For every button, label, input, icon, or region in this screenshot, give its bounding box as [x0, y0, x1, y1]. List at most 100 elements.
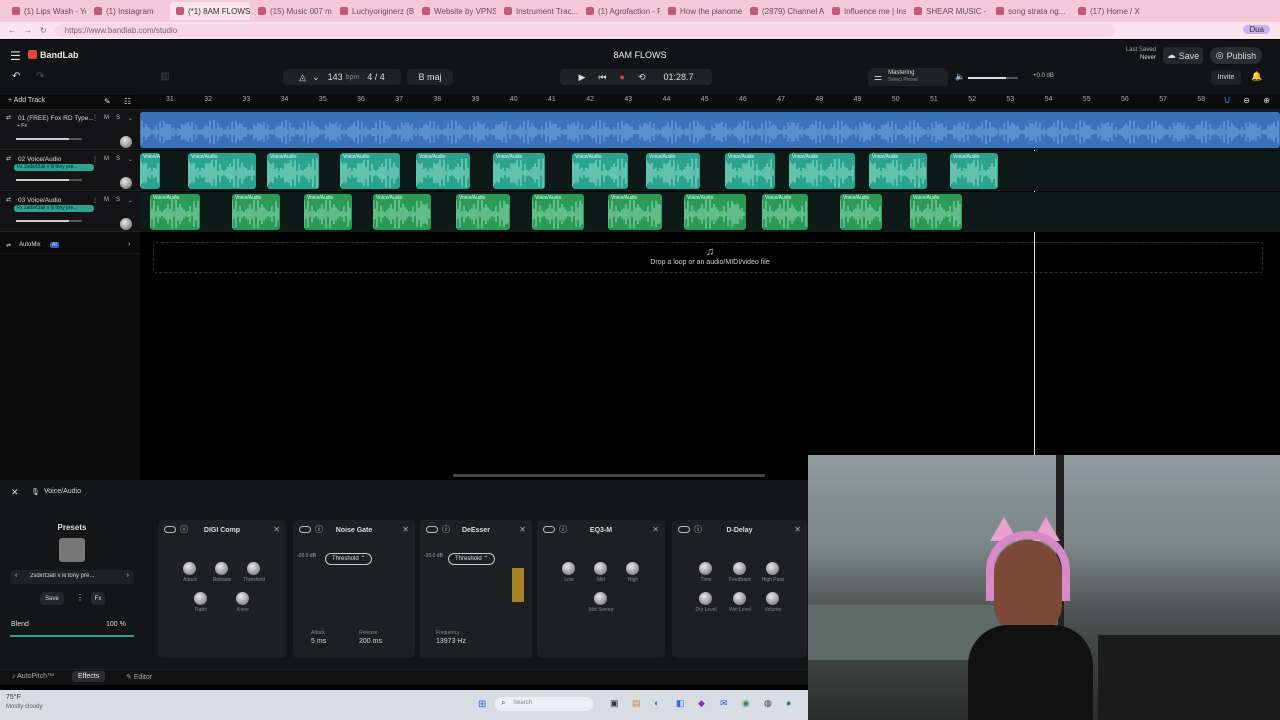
track-name[interactable]: 01 (FREE) Fox RD Type... [18, 115, 94, 122]
track-pan-knob[interactable] [120, 177, 132, 189]
plugin-card[interactable]: ⓘ D-Delay ✕ Time Feedback High Pass Dry Level W… [672, 520, 807, 658]
audio-clip[interactable]: Voice/Audio [267, 153, 319, 189]
browser-tab[interactable]: (1) Agrofaction - Fun... [580, 2, 660, 20]
plugin-knob[interactable] [562, 562, 575, 575]
plugin-card[interactable]: ⓘ Noise Gate ✕ -20.0 dB Threshold ⌃ Attack 5 m… [293, 520, 415, 658]
audio-clip[interactable]: Voice/Audio [684, 194, 746, 230]
metronome-dropdown-icon[interactable]: ⌄ [312, 72, 320, 83]
solo-button[interactable]: S [116, 115, 120, 121]
plugin-knob[interactable] [699, 592, 712, 605]
tab-autopitch[interactable]: ♪ AutoPitch™ [12, 673, 54, 680]
chevron-right-icon[interactable]: › [128, 241, 130, 248]
browser-tab[interactable]: (2879) Channel Ana... [744, 2, 824, 20]
audio-clip[interactable]: Voice/Audio [910, 194, 962, 230]
remove-plugin-icon[interactable]: ✕ [652, 525, 659, 534]
track-expand-icon[interactable]: ⌄ [128, 156, 133, 163]
browser-tab[interactable]: (*1) 8AM FLOWS [170, 2, 250, 20]
plugin-knob[interactable] [236, 592, 249, 605]
mastering-button[interactable]: ⚌ Mastering Select Preset [868, 68, 948, 86]
browser-tab[interactable]: Luchyoriginerz (Blo... [334, 2, 414, 20]
app-icon[interactable]: ◆ [698, 698, 705, 709]
plugin-knob[interactable] [594, 562, 607, 575]
track-header[interactable]: ⇄ 01 (FREE) Fox RD Type... ⋮ M S ⌄ + Fx [0, 110, 140, 150]
notification-bell-icon[interactable]: 🔔 [1251, 71, 1262, 82]
mute-button[interactable]: M [104, 156, 109, 162]
audio-clip[interactable]: Voice/Audio [608, 194, 662, 230]
publish-button[interactable]: ◎ Publish [1210, 47, 1262, 64]
forward-icon[interactable]: → [24, 26, 32, 35]
windows-start-icon[interactable]: ⊞ [478, 699, 486, 710]
track-lanes[interactable]: ♫ Drop a loop or an audio/MIDI/video fil… [140, 110, 1280, 480]
skip-back-icon[interactable]: ⏮ [598, 72, 606, 83]
track-header[interactable]: ⇄ 02 Voice/Audio ⋮ M S ⌄ Fx 2sdxrt3all x lil t… [0, 151, 140, 191]
audio-clip[interactable]: Voice/Audio [150, 194, 200, 230]
browser-tab[interactable]: (1) Instagram [88, 2, 168, 20]
mute-button[interactable]: M [104, 115, 109, 121]
browser-tab[interactable]: Influence me | Insta... [826, 2, 906, 20]
tab-effects[interactable]: Effects [72, 671, 106, 682]
audio-clip[interactable]: Voice/Audio [789, 153, 855, 189]
solo-button[interactable]: S [116, 197, 120, 203]
spotify-icon[interactable]: ● [786, 698, 791, 708]
audio-clip[interactable]: Voice/Audio [762, 194, 808, 230]
attack-value[interactable]: 5 ms [311, 638, 326, 645]
back-icon[interactable]: ← [8, 26, 16, 35]
record-icon[interactable]: ● [620, 72, 625, 82]
plugin-card[interactable]: ⓘ DIGI Comp ✕ Attack Release Threshold Ratio Kn… [158, 520, 286, 658]
audio-clip[interactable]: Voice/Audio [840, 194, 882, 230]
remove-plugin-icon[interactable]: ✕ [402, 525, 409, 534]
browser-tab[interactable]: SHEAR MUSIC - Stat... [908, 2, 988, 20]
loop-icon[interactable]: ⟲ [638, 72, 646, 83]
play-icon[interactable]: ▶ [578, 72, 585, 83]
automix-row[interactable]: ⇌ AutoMix AI › [0, 240, 140, 254]
track-menu-icon[interactable]: ⋮ [92, 197, 98, 204]
task-view-icon[interactable]: ▣ [610, 698, 619, 709]
chrome-icon[interactable]: ◉ [742, 698, 750, 709]
audio-clip[interactable]: Voice/Audio [232, 194, 280, 230]
track-menu-icon[interactable]: ⋮ [92, 115, 98, 122]
track-fx-chip[interactable]: + Fx [14, 123, 94, 130]
pencil-tool-icon[interactable]: ✎ [104, 97, 111, 106]
redo-icon[interactable]: ↷ [36, 71, 44, 82]
remove-plugin-icon[interactable]: ✕ [273, 525, 280, 534]
track-volume-slider[interactable] [16, 179, 82, 181]
track-header[interactable]: ⇄ 03 Voice/Audio ⋮ M S ⌄ Fx 2sdxrt3all x lil t… [0, 192, 140, 232]
threshold-control[interactable]: Threshold ⌃ [448, 553, 496, 565]
tab-editor[interactable]: ✎ Editor [126, 673, 152, 681]
track-fx-chip[interactable]: Fx 2sdxrt3all x lil tony pre... [14, 164, 94, 171]
reload-icon[interactable]: ↻ [40, 26, 47, 35]
plugin-knob[interactable] [626, 562, 639, 575]
track-expand-icon[interactable]: ⌄ [128, 197, 133, 204]
browser-tab[interactable]: (1) Lips Wash - You... [6, 2, 86, 20]
store-icon[interactable]: ◧ [676, 698, 685, 709]
audio-clip[interactable]: Voice/Audio [340, 153, 400, 189]
audio-clip[interactable]: Voice/Audio [188, 153, 256, 189]
snap-magnet-icon[interactable]: U [1224, 96, 1230, 105]
track-volume-slider[interactable] [16, 138, 82, 140]
horizontal-scrollbar[interactable] [453, 474, 765, 477]
undo-icon[interactable]: ↶ [12, 71, 20, 82]
plugin-knob[interactable] [733, 592, 746, 605]
track-lane[interactable]: Voice/Audio Voice/Audio Voice/Audio Voice/A… [140, 192, 1280, 232]
mail-icon[interactable]: ✉ [720, 698, 728, 709]
browser-tab[interactable]: Website by VPNS... [416, 2, 496, 20]
audio-clip[interactable]: Voice/Audio [646, 153, 700, 189]
plugin-knob[interactable] [194, 592, 207, 605]
file-explorer-icon[interactable]: ▤ [632, 698, 641, 709]
track-lane[interactable] [140, 110, 1280, 150]
audio-clip[interactable]: Voice/Audio [373, 194, 431, 230]
timeline-ruler[interactable]: 31 32 33 34 35 36 37 38 39 40 41 42 43 44 45 46 47 48 49 50… [140, 94, 1280, 110]
browser-tab[interactable]: (15) Music 007 m... [252, 2, 332, 20]
preset-thumbnail[interactable] [59, 538, 85, 562]
plugin-knob[interactable] [594, 592, 607, 605]
audio-clip[interactable]: Voice/Audio [869, 153, 927, 189]
track-pan-knob[interactable] [120, 218, 132, 230]
save-button[interactable]: ☁ Save [1163, 47, 1203, 64]
fx-button[interactable]: Fx [91, 592, 105, 605]
time-signature[interactable]: 4 / 4 [367, 72, 385, 82]
taskbar-search[interactable]: ⌕ Search [495, 697, 593, 711]
track-settings-icon[interactable]: ☷ [124, 97, 131, 106]
plugin-card[interactable]: ⓘ DeEsser ✕ -20.0 dB Threshold ⌃ Frequency 139… [420, 520, 532, 658]
audio-clip[interactable]: Voice/Audio [532, 194, 584, 230]
track-lane[interactable]: Voice/Audio Voice/Audio Voice/Audio Voice/A… [140, 151, 1280, 191]
